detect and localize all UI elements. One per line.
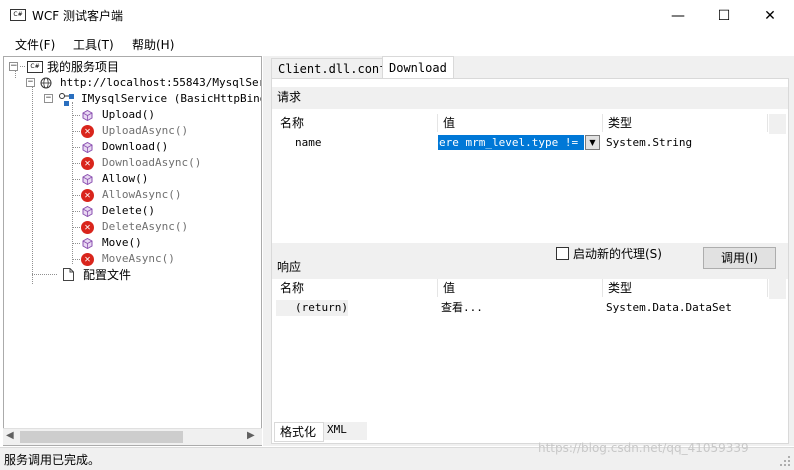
tree-guide-line bbox=[72, 259, 80, 260]
method-icon bbox=[82, 142, 93, 153]
response-col-name: 名称 bbox=[275, 279, 438, 297]
response-col-type: 类型 bbox=[603, 279, 768, 297]
method-icon bbox=[82, 206, 93, 217]
minimize-icon: — bbox=[671, 7, 685, 24]
tree-config-file[interactable]: 配置文件 bbox=[57, 267, 207, 283]
response-view-link[interactable]: 查看... bbox=[441, 300, 483, 316]
tab-xml[interactable]: XML bbox=[324, 422, 367, 440]
download-tab-panel: 请求 名称 值 类型 name ere mrm_level.type != 0;… bbox=[271, 78, 789, 444]
operation-label: Upload() bbox=[102, 108, 155, 121]
menu-help[interactable]: 帮助(H) bbox=[132, 36, 174, 53]
operation-label: Allow() bbox=[102, 172, 149, 185]
tree-service[interactable]: − IMysqlService (BasicHttpBindin bbox=[44, 91, 262, 107]
menu-file[interactable]: 文件(F) bbox=[15, 36, 55, 53]
tree-guide-line bbox=[72, 195, 80, 196]
scroll-thumb[interactable] bbox=[20, 431, 183, 443]
globe-icon bbox=[40, 77, 52, 89]
operation-label: Delete() bbox=[102, 204, 155, 217]
error-icon: ✕ bbox=[81, 189, 94, 202]
method-icon bbox=[82, 238, 93, 249]
request-value-input[interactable]: ere mrm_level.type != 0; bbox=[438, 135, 584, 150]
tree-guide-line bbox=[72, 179, 80, 180]
minimize-button[interactable]: — bbox=[655, 0, 701, 31]
operation-label: Move() bbox=[102, 236, 142, 249]
operation-label: UploadAsync() bbox=[102, 124, 189, 137]
response-grid-scrollbar[interactable] bbox=[769, 279, 786, 299]
tree-guide-line bbox=[72, 163, 80, 164]
error-icon: ✕ bbox=[81, 157, 94, 170]
scroll-right-icon[interactable]: ▶ bbox=[247, 430, 255, 441]
close-button[interactable]: ✕ bbox=[747, 0, 793, 31]
method-icon bbox=[82, 174, 93, 185]
value-dropdown-button[interactable]: ▼ bbox=[585, 135, 600, 150]
tree-guide-line bbox=[32, 274, 57, 275]
service-tree: − C# 我的服务项目 − http://localhost:55843/Mys… bbox=[3, 56, 262, 446]
request-col-value: 值 bbox=[438, 114, 603, 132]
collapse-icon[interactable]: − bbox=[9, 62, 18, 71]
title-bar: C# WCF 测试客户端 — ☐ ✕ bbox=[0, 0, 794, 31]
request-col-name: 名称 bbox=[275, 114, 438, 132]
maximize-button[interactable]: ☐ bbox=[701, 0, 747, 31]
response-col-value: 值 bbox=[438, 279, 603, 297]
project-icon: C# bbox=[27, 61, 43, 73]
request-header: 请求 bbox=[272, 87, 788, 109]
new-proxy-label: 启动新的代理(S) bbox=[573, 247, 662, 261]
collapse-icon[interactable]: − bbox=[44, 94, 53, 103]
tree-guide-line bbox=[32, 78, 33, 284]
method-icon bbox=[82, 110, 93, 121]
request-grid-scrollbar[interactable] bbox=[769, 114, 786, 134]
new-proxy-checkbox[interactable] bbox=[556, 247, 569, 260]
maximize-icon: ☐ bbox=[717, 7, 731, 24]
tree-guide-line bbox=[72, 115, 80, 116]
menu-bar: 文件(F) 工具(T) 帮助(H) bbox=[0, 33, 794, 55]
invoke-button[interactable]: 调用(I) bbox=[703, 247, 776, 269]
tree-root[interactable]: − C# 我的服务项目 bbox=[9, 59, 259, 75]
request-param-name: name bbox=[295, 136, 322, 149]
request-col-type: 类型 bbox=[603, 114, 768, 132]
resize-grip-icon[interactable] bbox=[779, 455, 791, 467]
operation-label: DeleteAsync() bbox=[102, 220, 189, 233]
tree-guide-line bbox=[72, 147, 80, 148]
endpoint-label: http://localhost:55843/MysqlServi bbox=[60, 76, 262, 89]
service-label: IMysqlService (BasicHttpBindin bbox=[81, 92, 262, 105]
response-grid: 名称 值 类型 (return) 查看... System.Data.DataS… bbox=[275, 279, 786, 419]
tree-root-label: 我的服务项目 bbox=[47, 60, 120, 74]
response-return-name: (return) bbox=[276, 300, 348, 316]
tree-endpoint[interactable]: − http://localhost:55843/MysqlServi bbox=[26, 75, 262, 91]
response-return-type: System.Data.DataSet bbox=[606, 301, 732, 314]
operation-label: MoveAsync() bbox=[102, 252, 175, 265]
status-text: 服务调用已完成。 bbox=[4, 453, 101, 467]
tree-guide-line bbox=[72, 102, 73, 264]
operation-label: DownloadAsync() bbox=[102, 156, 202, 169]
request-grid: 名称 值 类型 name ere mrm_level.type != 0; ▼ … bbox=[275, 114, 786, 242]
error-icon: ✕ bbox=[81, 253, 94, 266]
file-icon bbox=[63, 268, 74, 281]
config-file-label: 配置文件 bbox=[83, 268, 132, 282]
tree-guide-line bbox=[72, 243, 80, 244]
app-icon: C# bbox=[10, 9, 26, 21]
menu-tools[interactable]: 工具(T) bbox=[73, 36, 114, 53]
request-param-type: System.String bbox=[606, 136, 693, 149]
error-icon: ✕ bbox=[81, 125, 94, 138]
tree-guide-line bbox=[72, 131, 80, 132]
collapse-icon[interactable]: − bbox=[26, 78, 35, 87]
tab-formatted[interactable]: 格式化 bbox=[274, 422, 324, 442]
tree-horizontal-scrollbar[interactable]: ◀ ▶ bbox=[3, 428, 262, 445]
tab-download[interactable]: Download bbox=[382, 56, 454, 79]
interface-icon bbox=[59, 93, 74, 106]
error-icon: ✕ bbox=[81, 221, 94, 234]
tree-guide-line bbox=[72, 211, 80, 212]
operation-label: AllowAsync() bbox=[102, 188, 182, 201]
close-icon: ✕ bbox=[764, 7, 776, 24]
tree-guide-line bbox=[72, 227, 80, 228]
chevron-down-icon: ▼ bbox=[589, 138, 596, 147]
scroll-left-icon[interactable]: ◀ bbox=[6, 430, 14, 441]
watermark: https://blog.csdn.net/qq_41059339 bbox=[538, 441, 749, 455]
window-title: WCF 测试客户端 bbox=[32, 9, 123, 23]
operation-label: Download() bbox=[102, 140, 169, 153]
